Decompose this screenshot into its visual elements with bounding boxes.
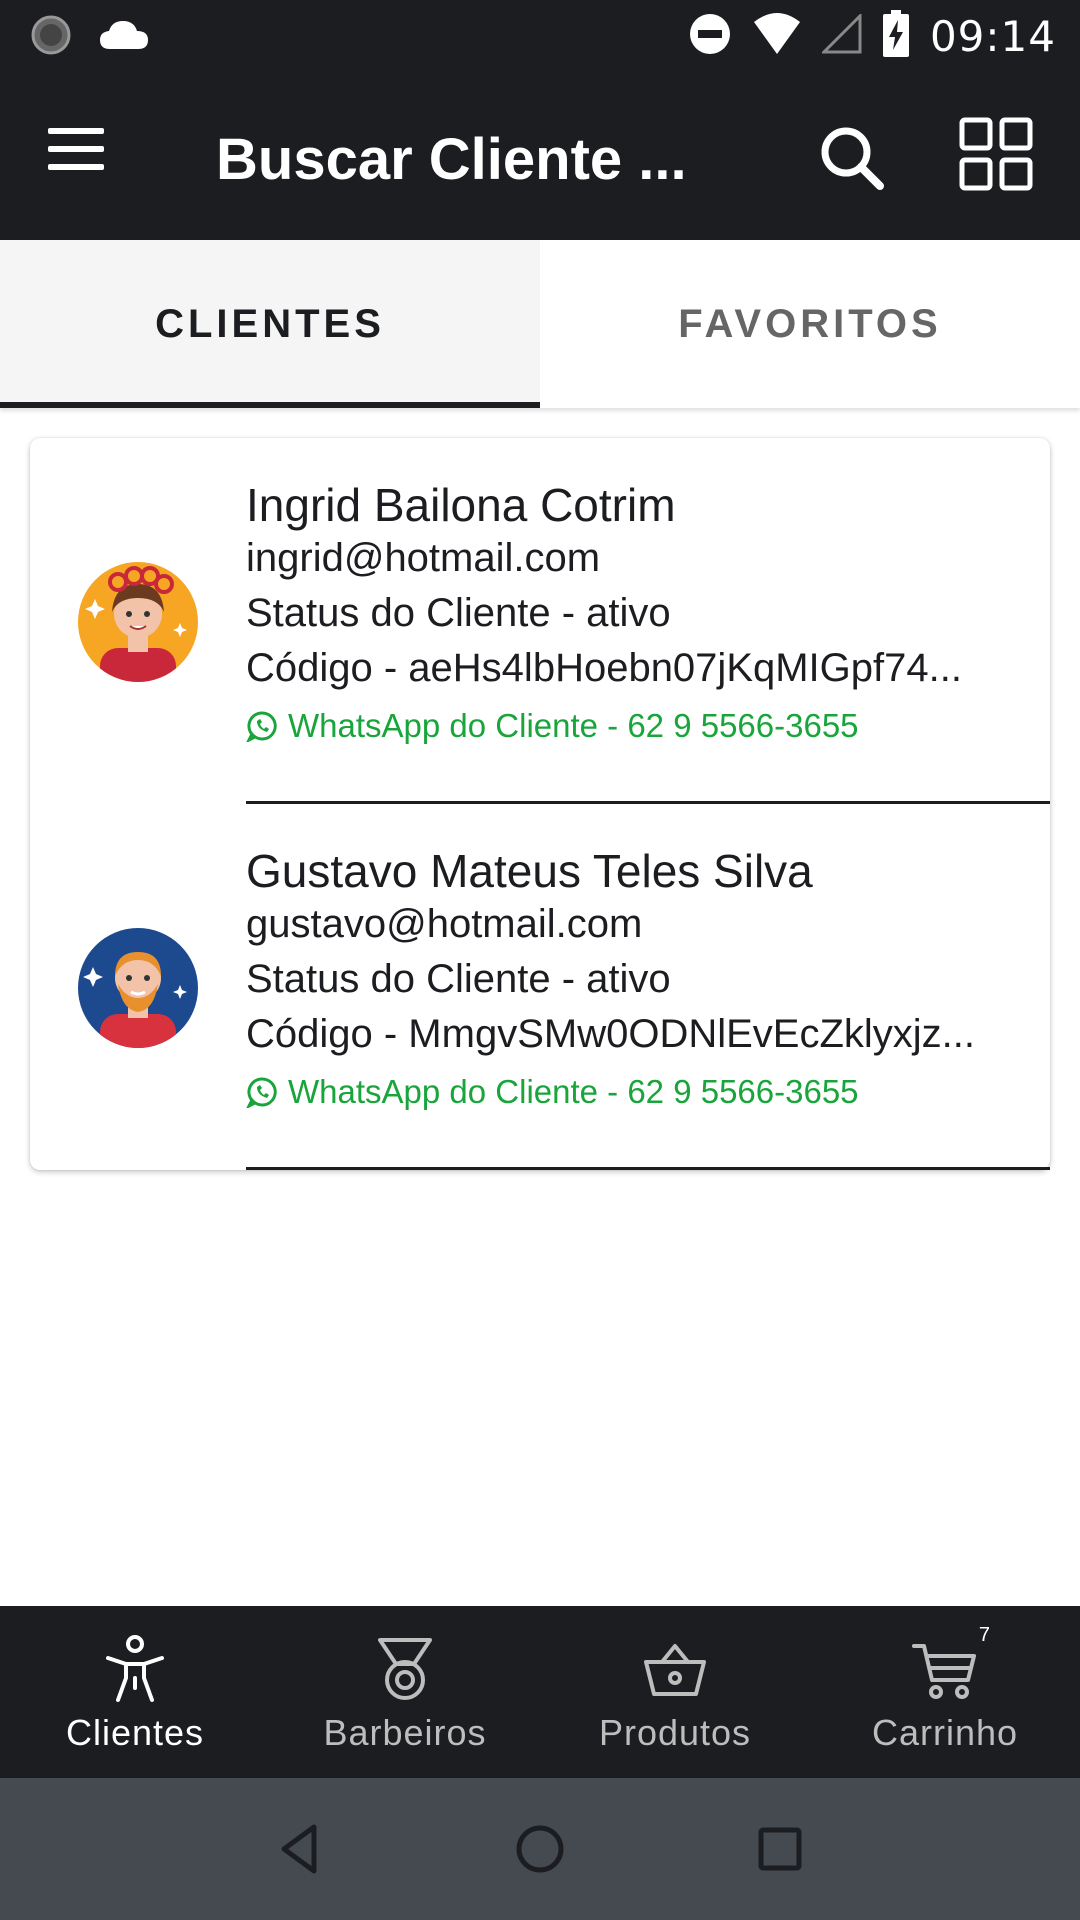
cart-icon-wrapper: 7 — [910, 1624, 990, 1704]
home-icon[interactable] — [510, 1819, 570, 1879]
client-info: Ingrid Bailona Cotrim ingrid@hotmail.com… — [246, 478, 1026, 745]
whatsapp-icon — [246, 711, 277, 742]
nav-item-carrinho[interactable]: 7 Carrinho — [810, 1606, 1080, 1778]
back-icon[interactable] — [270, 1819, 330, 1879]
page-title: Buscar Cliente ... — [216, 127, 687, 192]
divider — [246, 1167, 1050, 1170]
search-button[interactable] — [816, 122, 888, 194]
client-name: Gustavo Mateus Teles Silva — [246, 845, 813, 897]
nav-label: Carrinho — [871, 1712, 1019, 1753]
app-bar: Buscar Cliente ... — [0, 72, 1080, 240]
person-icon — [106, 1635, 164, 1702]
recents-icon[interactable] — [750, 1819, 810, 1879]
male-avatar-icon — [78, 928, 198, 1048]
system-navigation-bar — [0, 1778, 1080, 1920]
client-list-card: Ingrid Bailona Cotrim ingrid@hotmail.com… — [30, 438, 1050, 1170]
nav-label: Barbeiros — [323, 1712, 487, 1753]
client-email: gustavo@hotmail.com — [246, 902, 643, 946]
status-bar: 09:14 — [0, 0, 1080, 72]
client-whatsapp-link[interactable]: WhatsApp do Cliente - 62 9 5566-3655 — [246, 707, 1026, 745]
battery-charging-icon — [882, 10, 910, 63]
nav-item-clientes[interactable]: Clientes — [0, 1606, 270, 1778]
do-not-disturb-icon — [688, 12, 732, 61]
whatsapp-icon — [246, 1077, 277, 1108]
grid-view-button[interactable] — [958, 116, 1034, 192]
female-avatar-icon — [78, 562, 198, 682]
status-time: 09:14 — [929, 12, 1056, 61]
screen: 09:14 Buscar Cliente ... CLIENTES FAVORI… — [0, 0, 1080, 1920]
wifi-icon — [752, 12, 802, 61]
medal-icon — [378, 1638, 432, 1700]
client-status: Status do Cliente - ativo — [246, 957, 671, 1001]
client-list-item[interactable]: Ingrid Bailona Cotrim ingrid@hotmail.com… — [30, 438, 1050, 804]
client-code: Código - aeHs4lbHoebn07jKqMIGpf74... — [246, 646, 962, 690]
hamburger-menu-icon — [48, 128, 120, 170]
client-info: Gustavo Mateus Teles Silva gustavo@hotma… — [246, 844, 1026, 1111]
basket-icon — [644, 1644, 706, 1696]
tab-bar: CLIENTES FAVORITOS — [0, 240, 1080, 408]
client-whatsapp-link[interactable]: WhatsApp do Cliente - 62 9 5566-3655 — [246, 1073, 1026, 1111]
cart-count-badge: 7 — [978, 1624, 990, 1646]
nav-item-produtos[interactable]: Produtos — [540, 1606, 810, 1778]
bottom-navigation: Clientes Barbeiros Produtos 7 Carrinho — [0, 1606, 1080, 1778]
client-whatsapp-text: WhatsApp do Cliente - 62 9 5566-3655 — [288, 707, 859, 744]
sync-icon — [30, 14, 72, 61]
nav-label: Produtos — [598, 1712, 752, 1753]
menu-button[interactable] — [48, 128, 120, 184]
tab-clientes[interactable]: CLIENTES — [0, 240, 540, 408]
client-whatsapp-text: WhatsApp do Cliente - 62 9 5566-3655 — [288, 1073, 859, 1110]
client-list-item[interactable]: Gustavo Mateus Teles Silva gustavo@hotma… — [30, 804, 1050, 1170]
cart-icon — [912, 1644, 976, 1699]
cloud-icon — [98, 17, 150, 58]
tab-favoritos[interactable]: FAVORITOS — [540, 240, 1080, 408]
client-status: Status do Cliente - ativo — [246, 591, 671, 635]
nav-item-barbeiros[interactable]: Barbeiros — [270, 1606, 540, 1778]
client-code: Código - MmgvSMw0ODNlEvEcZklyxjz... — [246, 1012, 976, 1056]
grid-view-icon — [959, 117, 1033, 191]
client-email: ingrid@hotmail.com — [246, 536, 601, 580]
signal-icon — [820, 12, 862, 59]
search-icon — [821, 127, 884, 190]
client-name: Ingrid Bailona Cotrim — [246, 479, 676, 531]
nav-label: Clientes — [65, 1712, 205, 1753]
